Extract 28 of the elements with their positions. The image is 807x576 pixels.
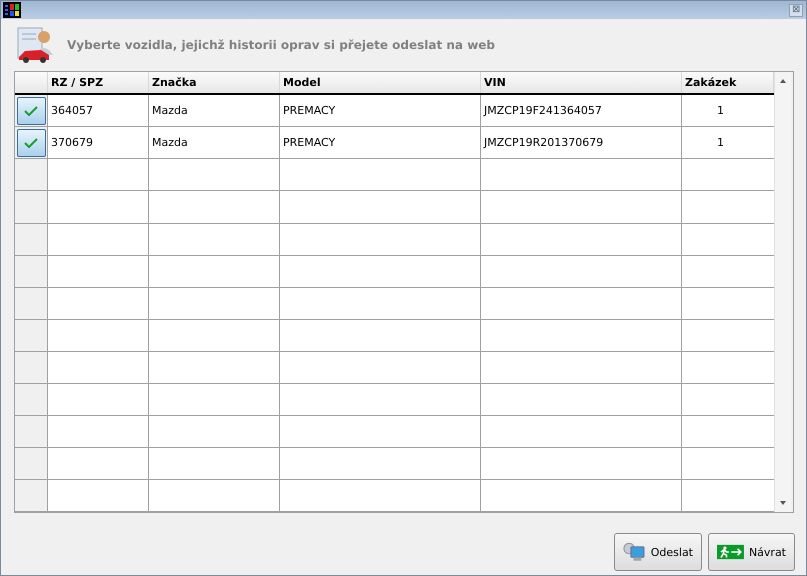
- table-cell: 1: [682, 127, 774, 158]
- return-button[interactable]: Návrat: [708, 533, 795, 571]
- scroll-up-icon[interactable]: [779, 78, 787, 84]
- exit-sign-icon: [717, 543, 744, 561]
- car-document-icon: [15, 25, 55, 65]
- table-cell: PREMACY: [280, 95, 481, 126]
- column-header[interactable]: Model: [280, 72, 481, 94]
- column-header[interactable]: Značka: [149, 72, 280, 94]
- scroll-down-icon[interactable]: [779, 500, 787, 506]
- app-icon: [3, 2, 21, 18]
- check-icon: [23, 104, 39, 117]
- scrollbar[interactable]: [774, 72, 791, 512]
- table-cell: 1: [682, 95, 774, 126]
- table-cell: 364057: [48, 95, 149, 126]
- instruction-text: Vyberte vozidla, jejichž historii oprav si přejete odeslat na web: [67, 38, 496, 52]
- table-cell: 370679: [48, 127, 149, 158]
- close-button[interactable]: ⊠: [789, 4, 803, 16]
- row-checkbox[interactable]: [16, 96, 46, 125]
- table-cell: Mazda: [149, 95, 280, 126]
- check-icon: [23, 136, 39, 149]
- send-button[interactable]: Odeslat: [614, 533, 702, 571]
- table-cell: JMZCP19F241364057: [481, 95, 682, 126]
- row-checkbox[interactable]: [16, 128, 46, 157]
- column-header[interactable]: RZ / SPZ: [48, 72, 149, 94]
- table-cell: Mazda: [149, 127, 280, 158]
- table-cell: JMZCP19R201370679: [481, 127, 682, 158]
- table-cell: PREMACY: [280, 127, 481, 158]
- column-header[interactable]: VIN: [481, 72, 682, 94]
